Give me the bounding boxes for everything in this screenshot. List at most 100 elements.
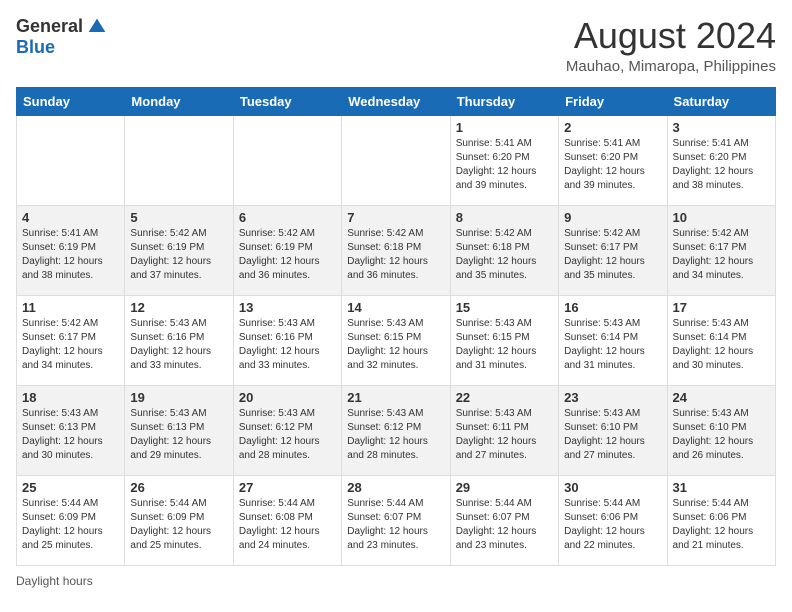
day-info: Sunrise: 5:41 AM Sunset: 6:20 PM Dayligh… (673, 137, 770, 193)
day-number: 20 (239, 390, 336, 405)
day-number: 12 (130, 300, 227, 315)
day-number: 1 (456, 120, 553, 135)
header-row: SundayMondayTuesdayWednesdayThursdayFrid… (17, 87, 776, 115)
day-cell: 5 Sunrise: 5:42 AM Sunset: 6:19 PM Daylig… (125, 205, 233, 295)
day-info: Sunrise: 5:43 AM Sunset: 6:15 PM Dayligh… (456, 317, 553, 373)
day-cell: 17Sunrise: 5:43 AM Sunset: 6:14 PM Dayli… (667, 295, 775, 385)
day-number: 16 (564, 300, 661, 315)
logo-general-text: General (16, 16, 83, 37)
day-number: 8 (456, 210, 553, 225)
day-info: Sunrise: 5:42 AM Sunset: 6:18 PM Dayligh… (347, 227, 444, 283)
day-info: Sunrise: 5:41 AM Sunset: 6:20 PM Dayligh… (456, 137, 553, 193)
logo-icon (87, 17, 107, 37)
day-number: 15 (456, 300, 553, 315)
month-title: August 2024 (566, 16, 776, 56)
day-cell: 25 Sunrise: 5:44 AM Sunset: 6:09 PM Dayli… (17, 475, 125, 565)
day-number: 2 (564, 120, 661, 135)
day-cell: 20 Sunrise: 5:43 AM Sunset: 6:12 PM Dayli… (233, 385, 341, 475)
day-number: 7 (347, 210, 444, 225)
day-cell: 4Sunrise: 5:41 AM Sunset: 6:19 PM Daylig… (17, 205, 125, 295)
day-cell (233, 115, 341, 205)
logo: General Blue (16, 16, 107, 58)
day-header-sunday: Sunday (17, 87, 125, 115)
day-cell: 30 Sunrise: 5:44 AM Sunset: 6:06 PM Dayli… (559, 475, 667, 565)
day-header-monday: Monday (125, 87, 233, 115)
week-row-2: 4Sunrise: 5:41 AM Sunset: 6:19 PM Daylig… (17, 205, 776, 295)
day-cell: 28 Sunrise: 5:44 AM Sunset: 6:07 PM Dayli… (342, 475, 450, 565)
day-cell: 27 Sunrise: 5:44 AM Sunset: 6:08 PM Dayli… (233, 475, 341, 565)
day-cell: 14 Sunrise: 5:43 AM Sunset: 6:15 PM Dayli… (342, 295, 450, 385)
day-cell (17, 115, 125, 205)
day-info: Sunrise: 5:44 AM Sunset: 6:06 PM Dayligh… (564, 497, 661, 553)
day-header-wednesday: Wednesday (342, 87, 450, 115)
title-area: August 2024 Mauhao, Mimaropa, Philippine… (566, 16, 776, 75)
header: General Blue August 2024 Mauhao, Mimarop… (16, 16, 776, 75)
day-cell: 16 Sunrise: 5:43 AM Sunset: 6:14 PM Dayli… (559, 295, 667, 385)
day-number: 9 (564, 210, 661, 225)
day-header-saturday: Saturday (667, 87, 775, 115)
day-number: 10 (673, 210, 770, 225)
day-info: Sunrise: 5:44 AM Sunset: 6:07 PM Dayligh… (347, 497, 444, 553)
day-info: Sunrise: 5:42 AM Sunset: 6:19 PM Dayligh… (239, 227, 336, 283)
day-number: 3 (673, 120, 770, 135)
day-cell: 3 Sunrise: 5:41 AM Sunset: 6:20 PM Daylig… (667, 115, 775, 205)
day-number: 21 (347, 390, 444, 405)
day-cell: 31 Sunrise: 5:44 AM Sunset: 6:06 PM Dayli… (667, 475, 775, 565)
day-cell: 19 Sunrise: 5:43 AM Sunset: 6:13 PM Dayli… (125, 385, 233, 475)
day-number: 19 (130, 390, 227, 405)
day-number: 18 (22, 390, 119, 405)
day-cell: 6Sunrise: 5:42 AM Sunset: 6:19 PM Daylig… (233, 205, 341, 295)
day-info: Sunrise: 5:44 AM Sunset: 6:06 PM Dayligh… (673, 497, 770, 553)
day-number: 22 (456, 390, 553, 405)
day-number: 25 (22, 480, 119, 495)
day-number: 5 (130, 210, 227, 225)
week-row-1: 1 Sunrise: 5:41 AM Sunset: 6:20 PM Daylig… (17, 115, 776, 205)
day-cell: 12 Sunrise: 5:43 AM Sunset: 6:16 PM Dayli… (125, 295, 233, 385)
day-info: Sunrise: 5:43 AM Sunset: 6:13 PM Dayligh… (22, 407, 119, 463)
day-number: 30 (564, 480, 661, 495)
day-info: Sunrise: 5:42 AM Sunset: 6:17 PM Dayligh… (673, 227, 770, 283)
day-cell: 26 Sunrise: 5:44 AM Sunset: 6:09 PM Dayli… (125, 475, 233, 565)
location-title: Mauhao, Mimaropa, Philippines (566, 58, 776, 75)
day-info: Sunrise: 5:42 AM Sunset: 6:17 PM Dayligh… (22, 317, 119, 373)
daylight-hours-label: Daylight hours (16, 574, 93, 588)
day-cell: 2Sunrise: 5:41 AM Sunset: 6:20 PM Daylig… (559, 115, 667, 205)
day-info: Sunrise: 5:44 AM Sunset: 6:08 PM Dayligh… (239, 497, 336, 553)
day-info: Sunrise: 5:43 AM Sunset: 6:16 PM Dayligh… (239, 317, 336, 373)
day-cell: 9 Sunrise: 5:42 AM Sunset: 6:17 PM Daylig… (559, 205, 667, 295)
day-number: 28 (347, 480, 444, 495)
day-cell: 1 Sunrise: 5:41 AM Sunset: 6:20 PM Daylig… (450, 115, 558, 205)
day-number: 11 (22, 300, 119, 315)
day-number: 14 (347, 300, 444, 315)
day-cell: 18 Sunrise: 5:43 AM Sunset: 6:13 PM Dayli… (17, 385, 125, 475)
day-info: Sunrise: 5:42 AM Sunset: 6:17 PM Dayligh… (564, 227, 661, 283)
day-header-friday: Friday (559, 87, 667, 115)
day-info: Sunrise: 5:43 AM Sunset: 6:15 PM Dayligh… (347, 317, 444, 373)
day-number: 13 (239, 300, 336, 315)
week-row-5: 25 Sunrise: 5:44 AM Sunset: 6:09 PM Dayli… (17, 475, 776, 565)
day-cell: 15 Sunrise: 5:43 AM Sunset: 6:15 PM Dayli… (450, 295, 558, 385)
day-info: Sunrise: 5:44 AM Sunset: 6:09 PM Dayligh… (130, 497, 227, 553)
day-info: Sunrise: 5:43 AM Sunset: 6:14 PM Dayligh… (564, 317, 661, 373)
logo-blue-text: Blue (16, 37, 55, 58)
week-row-4: 18 Sunrise: 5:43 AM Sunset: 6:13 PM Dayli… (17, 385, 776, 475)
day-cell: 24Sunrise: 5:43 AM Sunset: 6:10 PM Dayli… (667, 385, 775, 475)
day-number: 24 (673, 390, 770, 405)
day-info: Sunrise: 5:42 AM Sunset: 6:19 PM Dayligh… (130, 227, 227, 283)
day-info: Sunrise: 5:44 AM Sunset: 6:09 PM Dayligh… (22, 497, 119, 553)
day-cell (342, 115, 450, 205)
week-row-3: 11 Sunrise: 5:42 AM Sunset: 6:17 PM Dayli… (17, 295, 776, 385)
day-info: Sunrise: 5:43 AM Sunset: 6:12 PM Dayligh… (239, 407, 336, 463)
day-number: 27 (239, 480, 336, 495)
day-cell: 7 Sunrise: 5:42 AM Sunset: 6:18 PM Daylig… (342, 205, 450, 295)
day-info: Sunrise: 5:42 AM Sunset: 6:18 PM Dayligh… (456, 227, 553, 283)
day-info: Sunrise: 5:43 AM Sunset: 6:13 PM Dayligh… (130, 407, 227, 463)
footer-note: Daylight hours (16, 574, 776, 588)
day-number: 31 (673, 480, 770, 495)
day-number: 26 (130, 480, 227, 495)
day-cell: 11 Sunrise: 5:42 AM Sunset: 6:17 PM Dayli… (17, 295, 125, 385)
day-cell: 23Sunrise: 5:43 AM Sunset: 6:10 PM Dayli… (559, 385, 667, 475)
day-number: 29 (456, 480, 553, 495)
day-info: Sunrise: 5:41 AM Sunset: 6:19 PM Dayligh… (22, 227, 119, 283)
day-info: Sunrise: 5:43 AM Sunset: 6:16 PM Dayligh… (130, 317, 227, 373)
